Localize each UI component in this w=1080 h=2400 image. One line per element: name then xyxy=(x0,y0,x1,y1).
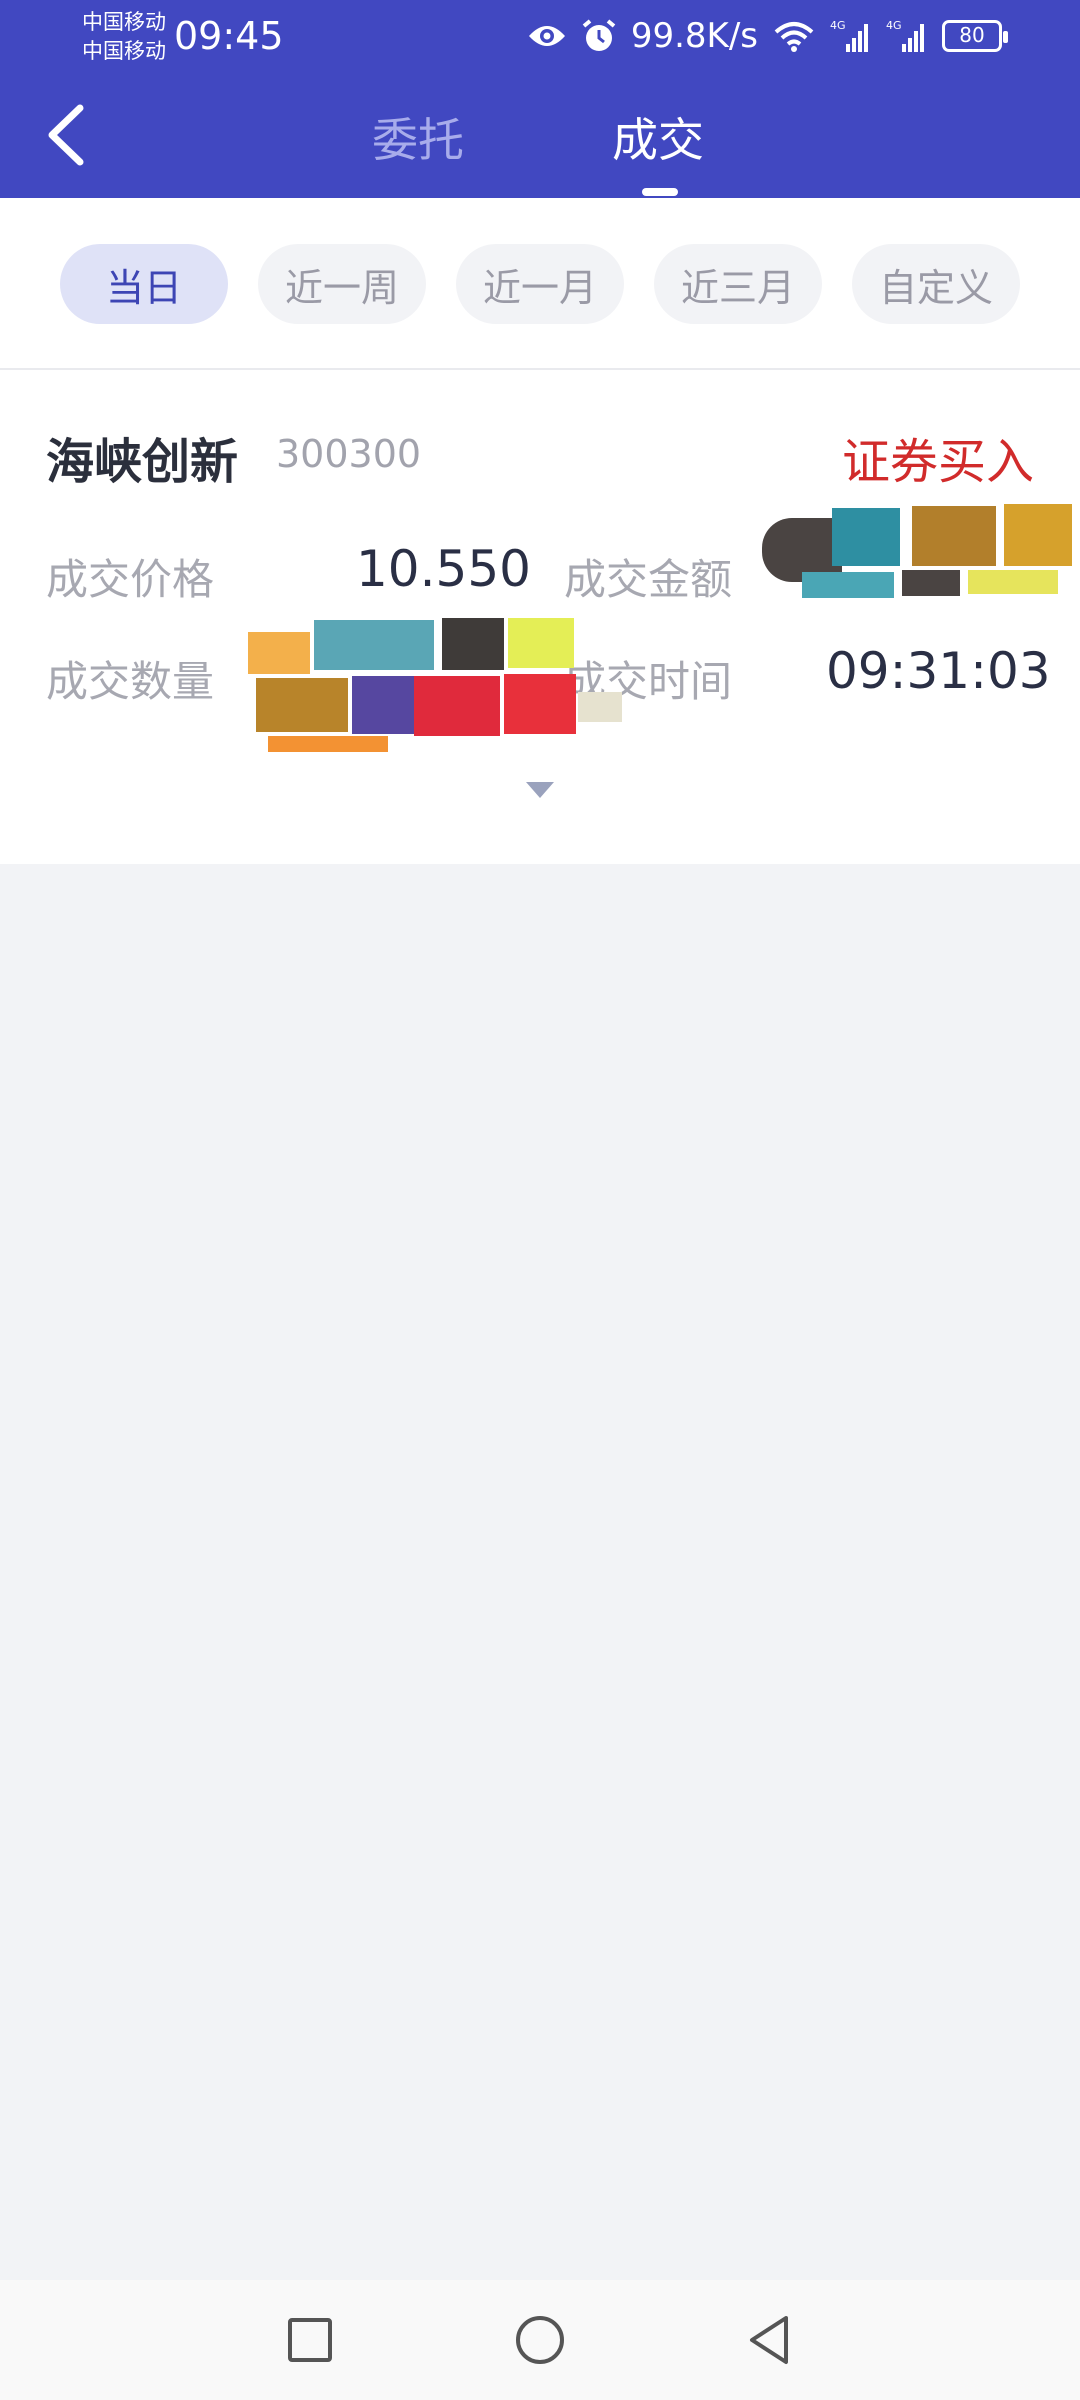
time-value: 09:31:03 xyxy=(826,642,1051,700)
expand-arrow-icon[interactable] xyxy=(526,782,554,798)
price-value: 10.550 xyxy=(356,540,531,598)
stock-name: 海峡创新 xyxy=(46,434,239,490)
eye-icon xyxy=(528,26,565,46)
quantity-label: 成交数量 xyxy=(46,657,215,706)
battery-icon: 80 xyxy=(942,20,1008,52)
filter-three-months[interactable]: 近三月 xyxy=(654,244,822,324)
home-icon[interactable] xyxy=(510,2310,570,2370)
signal-icon: 4G xyxy=(886,19,924,52)
carrier-labels: 中国移动 中国移动 xyxy=(82,8,166,66)
signal-icon: 4G xyxy=(830,19,868,52)
svg-text:4G: 4G xyxy=(830,19,846,32)
back-icon[interactable] xyxy=(740,2310,800,2370)
redacted-amount xyxy=(762,500,1080,600)
filter-week[interactable]: 近一周 xyxy=(258,244,426,324)
trade-type: 证券买入 xyxy=(841,434,1034,490)
status-bar: 中国移动 中国移动 09:45 99.8K/s 4G 4G 80 xyxy=(0,0,1080,74)
carrier-1: 中国移动 xyxy=(82,10,166,34)
trade-record-card[interactable]: 海峡创新 300300 证券买入 成交价格 10.550 成交金额 成交数量 成… xyxy=(0,370,1080,864)
svg-text:4G: 4G xyxy=(886,19,902,32)
active-tab-indicator xyxy=(642,188,678,196)
date-filter-bar: 当日 近一周 近一月 近三月 自定义 xyxy=(0,198,1080,370)
redacted-quantity xyxy=(238,618,628,754)
recent-apps-icon[interactable] xyxy=(280,2310,340,2370)
filter-custom[interactable]: 自定义 xyxy=(852,244,1020,324)
filter-month[interactable]: 近一月 xyxy=(456,244,624,324)
wifi-icon xyxy=(774,22,814,52)
status-time: 09:45 xyxy=(174,14,284,58)
tab-deals[interactable]: 成交 xyxy=(612,104,704,170)
status-icons: 99.8K/s 4G 4G 80 xyxy=(527,14,1008,58)
carrier-2: 中国移动 xyxy=(82,39,166,63)
app-header: 中国移动 中国移动 09:45 99.8K/s 4G 4G 80 委托 成交 xyxy=(0,0,1080,198)
tab-orders[interactable]: 委托 xyxy=(372,104,464,170)
filter-today[interactable]: 当日 xyxy=(60,244,228,324)
alarm-icon xyxy=(582,19,616,51)
amount-label: 成交金额 xyxy=(564,555,733,604)
system-nav-bar xyxy=(0,2280,1080,2400)
network-speed: 99.8K/s xyxy=(630,16,758,56)
stock-code: 300300 xyxy=(276,432,422,476)
back-arrow-icon[interactable] xyxy=(38,100,98,170)
price-label: 成交价格 xyxy=(46,555,215,604)
